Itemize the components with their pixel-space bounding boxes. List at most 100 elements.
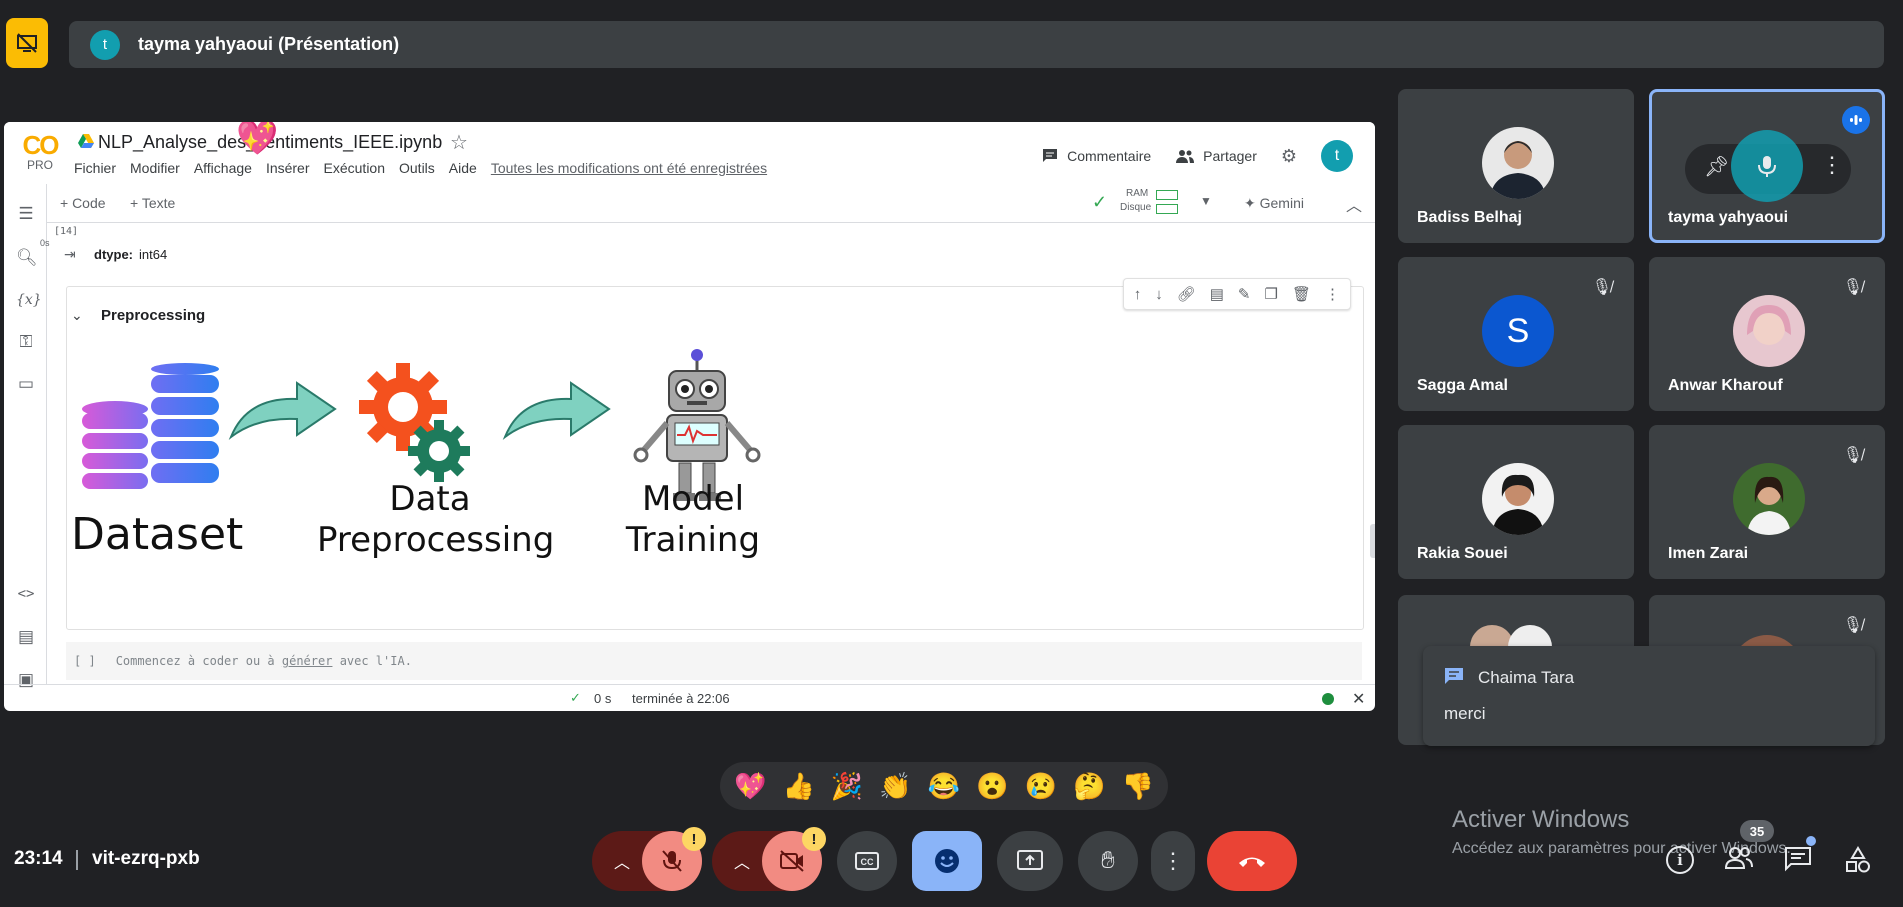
participant-tile[interactable]: Badiss Belhaj [1398,89,1634,243]
reaction-crying[interactable]: 😢 [1025,771,1057,802]
google-drive-icon [78,134,94,148]
saved-status-link[interactable]: Toutes les modifications ont été enregis… [491,160,767,176]
reaction-tears-of-joy[interactable]: 😂 [928,771,960,802]
colab-header-actions: Commentaire Partager ⚙ t [1041,140,1353,172]
microphone-icon[interactable] [1756,154,1778,178]
divider [76,850,78,870]
output-toggle-icon[interactable]: ⇥ [64,246,76,263]
comment-button[interactable]: Commentaire [1041,147,1151,165]
menu-affichage[interactable]: Affichage [194,160,252,176]
more-options-icon[interactable]: ⋮ [1821,152,1843,178]
run-cell-brackets[interactable]: [ ] [74,654,96,668]
participant-tile[interactable]: 🎙︎̸ Anwar Kharouf [1649,257,1885,411]
disk-meter[interactable] [1156,204,1178,214]
delete-trash-icon[interactable]: 🗑︎ [1292,285,1311,303]
move-down-icon[interactable]: ↓ [1155,286,1163,303]
menu-execution[interactable]: Exécution [324,160,385,176]
search-icon[interactable]: 🔍︎ [16,248,38,268]
star-icon[interactable]: ☆ [450,130,468,155]
close-status-icon[interactable]: ✕ [1352,689,1365,709]
collapse-chevron-up-icon[interactable]: ︿ [1346,192,1362,216]
pin-icon[interactable]: 📌︎ [1704,154,1729,179]
scrollbar-thumb[interactable] [1370,524,1375,558]
closed-captions-icon: CC [855,852,879,870]
participant-name: Sagga Amal [1417,377,1508,394]
collapse-section-chevron-icon[interactable]: ⌄ [71,307,83,324]
reaction-party-popper[interactable]: 🎉 [831,771,863,802]
colab-header: CO PRO NLP_Analyse_des_sentiments_IEEE.i… [4,122,1375,184]
chat-notification[interactable]: Chaima Tara merci [1423,646,1875,746]
leave-call-button[interactable] [1207,831,1297,891]
table-of-contents-icon[interactable]: ☰ [16,204,36,224]
code-snippets-icon[interactable]: <> [16,584,36,604]
preprocessing-line-1: Data [389,479,471,519]
training-line-2: Training [625,519,761,560]
chat-icon [1785,847,1811,872]
menu-aide[interactable]: Aide [449,160,477,176]
reaction-surprised[interactable]: 😮 [976,771,1008,802]
add-code-button[interactable]: + Code [60,195,106,211]
present-screen-button[interactable] [997,831,1063,891]
share-button[interactable]: Partager [1175,148,1257,164]
stop-presenting-button[interactable] [6,18,48,68]
chat-button[interactable] [1784,846,1812,877]
move-up-icon[interactable]: ↑ [1134,286,1142,303]
participant-tile[interactable]: 🎙︎̸ Imen Zarai [1649,425,1885,579]
present-screen-off-icon [17,33,37,53]
colab-logo[interactable]: CO PRO [18,132,62,172]
menu-fichier[interactable]: Fichier [74,160,116,176]
captions-button[interactable]: CC [837,831,897,891]
command-palette-icon[interactable]: ▤ [16,627,36,647]
colab-toolbar: + Code + Texte ✓ RAM Disque ▼ ✦ Gemini ︿ [46,184,1375,223]
prev-cell-exec-count: [14] [54,226,79,237]
participant-tile-active-speaker[interactable]: 📌︎ ⋮ tayma yahyaoui [1649,89,1885,243]
menu-inserer[interactable]: Insérer [266,160,310,176]
participant-tile[interactable]: Rakia Souei [1398,425,1634,579]
link-icon[interactable]: 🔗︎ [1177,285,1196,303]
chat-message-icon [1445,668,1463,684]
people-button[interactable] [1724,844,1754,875]
mirror-cell-icon[interactable]: ❐ [1265,285,1278,303]
participant-name: Imen Zarai [1668,545,1749,562]
reactions-button[interactable] [912,831,982,891]
reaction-thumbs-up[interactable]: 👍 [782,771,814,802]
reaction-thinking[interactable]: 🤔 [1073,771,1105,802]
user-avatar[interactable]: t [1321,140,1353,172]
chevron-up-icon: ︿ [614,855,631,872]
raise-hand-button[interactable]: ✋︎ [1078,831,1138,891]
chevron-up-icon: ︿ [734,855,751,872]
variables-icon[interactable]: {x} [16,290,42,310]
edit-pencil-icon[interactable]: ✎ [1238,285,1251,303]
gemini-button[interactable]: ✦ Gemini [1244,195,1304,212]
colab-logo-text: CO [22,130,60,160]
reaction-sparkling-heart[interactable]: 💖 [734,771,766,802]
people-icon [1724,847,1753,869]
runtime-dropdown-icon[interactable]: ▼ [1200,194,1212,208]
reaction-thumbs-down[interactable]: 👎 [1122,771,1154,802]
secrets-key-icon[interactable]: ⚿ [16,332,36,352]
add-text-button[interactable]: + Texte [130,195,175,211]
files-folder-icon[interactable]: ▭ [16,374,36,394]
generate-link[interactable]: générer [282,654,333,668]
comment-cell-icon[interactable]: ▤ [1210,285,1224,303]
menu-outils[interactable]: Outils [399,160,435,176]
settings-gear-icon[interactable]: ⚙ [1281,146,1297,167]
ram-label: RAM [1126,188,1149,199]
avatar [1733,463,1805,535]
ram-meter[interactable] [1156,190,1178,200]
colab-pro-label: PRO [26,158,53,172]
markdown-cell[interactable]: ⌄ Preprocessing Dataset Data Preprocessi… [66,286,1364,630]
chat-sender: Chaima Tara [1478,668,1575,687]
empty-code-cell[interactable]: [ ] Commencez à coder ou à générer avec … [66,642,1362,680]
reaction-clapping[interactable]: 👏 [879,771,911,802]
meeting-details-info-icon[interactable]: i [1666,846,1694,874]
participant-tile[interactable]: S 🎙︎̸ Sagga Amal [1398,257,1634,411]
menu-modifier[interactable]: Modifier [130,160,180,176]
more-vertical-icon[interactable]: ⋮ [1325,285,1340,303]
activities-button[interactable] [1844,846,1872,879]
more-options-button[interactable]: ⋮ [1151,831,1195,891]
arrow-right-icon [502,381,611,441]
participant-name: tayma yahyaoui [1668,209,1789,226]
placeholder-prefix: Commencez à coder ou à [115,654,275,668]
unread-chat-dot [1806,836,1816,846]
